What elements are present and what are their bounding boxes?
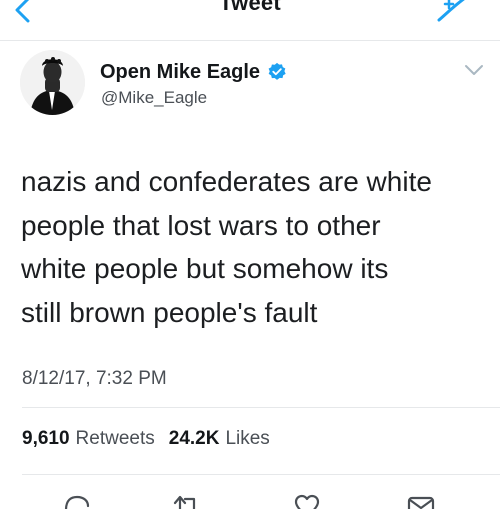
heart-icon[interactable] (292, 494, 322, 509)
tweet-line: people that lost wars to other (21, 209, 381, 241)
navigation-bar: Tweet (0, 0, 500, 41)
tweet-timestamp: 8/12/17, 7:32 PM (22, 368, 167, 389)
share-icon[interactable] (406, 494, 436, 509)
author-handle[interactable]: @Mike_Eagle (101, 88, 207, 108)
compose-tweet-icon[interactable] (436, 0, 468, 22)
tweet-line: nazis and confederates are white (21, 166, 432, 197)
avatar[interactable] (20, 50, 85, 115)
reply-icon[interactable] (62, 494, 92, 509)
page-title: Tweet (219, 0, 281, 15)
likes-count[interactable]: 24.2K (169, 428, 220, 450)
tweet-line: still brown people's fault (21, 296, 318, 328)
divider (22, 474, 500, 475)
retweets-label[interactable]: Retweets (76, 428, 155, 450)
tweet-line: white people but somehow its (21, 253, 389, 284)
author-name-row: Open Mike Eagle (100, 60, 287, 84)
retweets-count[interactable]: 9,610 (22, 428, 70, 450)
retweet-icon[interactable] (172, 494, 202, 509)
tweet-text: nazis and confederates are white people … (21, 160, 481, 334)
verified-badge-icon (268, 62, 286, 80)
chevron-down-icon[interactable] (464, 63, 484, 77)
likes-label[interactable]: Likes (225, 428, 269, 450)
tweet-stats: 9,610 Retweets 24.2K Likes (22, 428, 270, 450)
author-display-name[interactable]: Open Mike Eagle (100, 61, 260, 84)
profile-photo (20, 50, 85, 115)
divider (22, 407, 500, 408)
tweet-actions-bar (0, 492, 500, 509)
